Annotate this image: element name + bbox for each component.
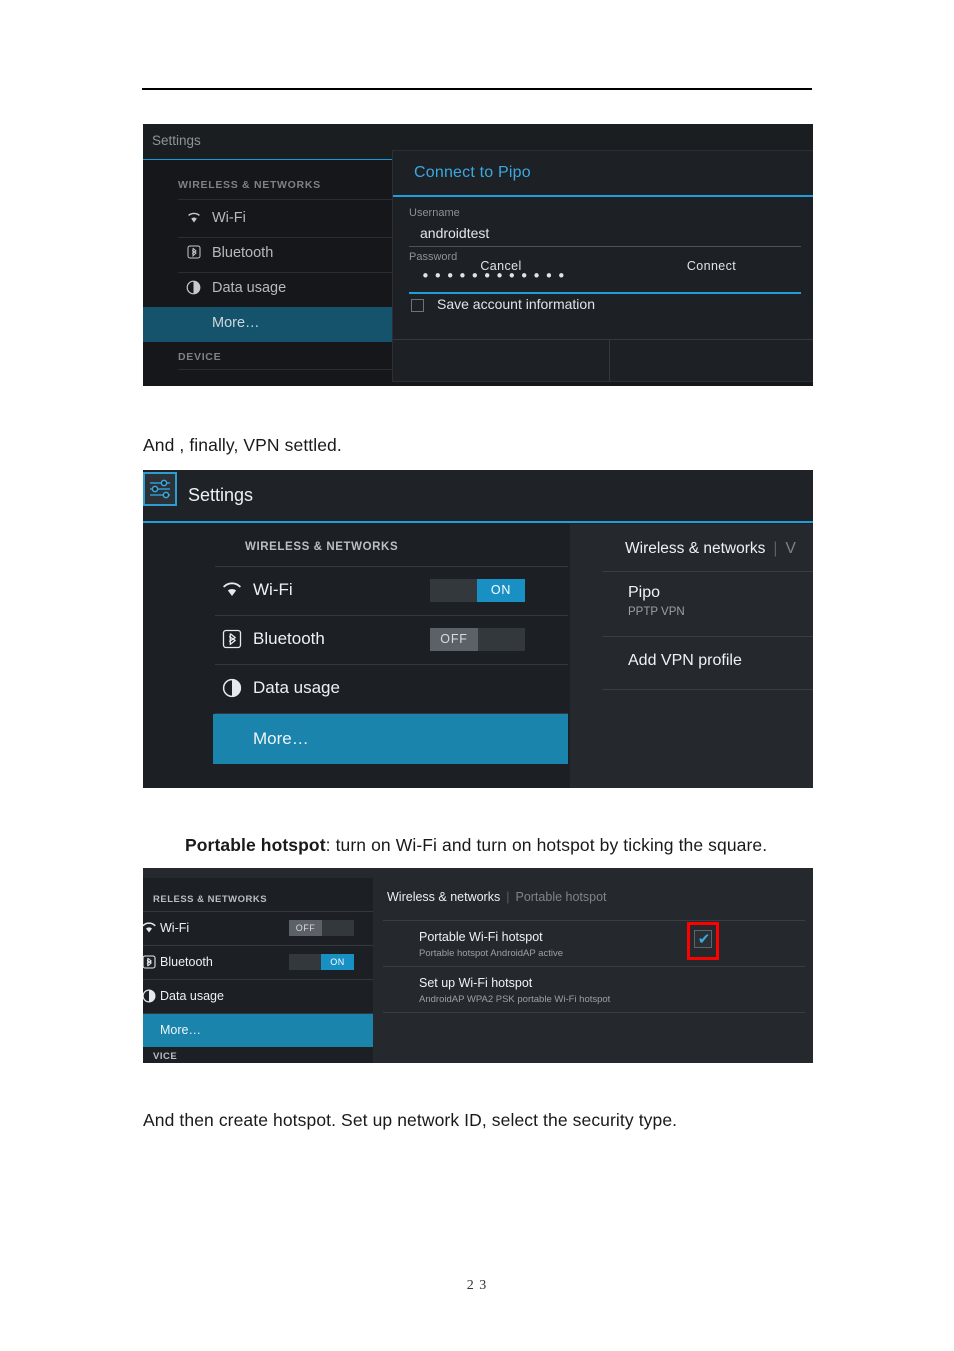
bluetooth-toggle[interactable]: ON — [289, 954, 354, 970]
hotspot-detail-pane: Wireless & networks | Portable hotspot Por… — [375, 868, 813, 1063]
setup-wifi-hotspot-title: Set up Wi-Fi hotspot — [419, 976, 533, 990]
wifi-toggle[interactable]: OFF — [289, 920, 354, 936]
list-divider — [602, 689, 813, 690]
section-header-wireless: RELESS & NETWORKS — [153, 894, 268, 905]
wifi-toggle-state: ON — [477, 579, 525, 602]
settings-row-label: Wi-Fi — [212, 210, 246, 226]
bluetooth-toggle[interactable]: OFF — [430, 628, 525, 651]
document-page: Settings WIRELESS & NETWORKS Wi-Fi Bluet… — [0, 0, 954, 1351]
bluetooth-toggle-state: ON — [321, 954, 354, 970]
settings-row-label: Wi-Fi — [253, 580, 293, 599]
portable-wifi-hotspot-subtitle: Portable hotspot AndroidAP active — [419, 948, 564, 959]
pane-top-strip — [143, 868, 373, 878]
header-divider — [142, 88, 812, 90]
wifi-toggle[interactable]: ON — [430, 579, 525, 602]
cancel-button[interactable]: Cancel — [393, 151, 609, 381]
checkmark-icon: ✔ — [697, 930, 711, 948]
paragraph-vpn-settled: And , finally, VPN settled. — [143, 434, 342, 455]
page-number: 2 3 — [466, 1278, 488, 1293]
settings-row-label: Bluetooth — [160, 955, 213, 969]
section-header-device: VICE — [153, 1051, 178, 1062]
settings-row-label: Data usage — [253, 678, 340, 697]
bluetooth-icon — [221, 629, 243, 651]
settings-row-label: Bluetooth — [253, 629, 325, 648]
settings-row-label: Data usage — [212, 280, 287, 296]
settings-row-data-usage[interactable]: Data usage — [143, 665, 568, 713]
action-bar-title: Settings — [152, 133, 201, 148]
settings-row-label: More… — [160, 1023, 201, 1037]
paragraph-rest: : turn on Wi-Fi and turn on hotspot by t… — [325, 834, 768, 855]
section-header-wireless: WIRELESS & NETWORKS — [178, 179, 321, 191]
wifi-icon — [221, 580, 243, 602]
connect-button[interactable]: Connect — [610, 151, 813, 381]
bluetooth-toggle-state: OFF — [430, 628, 478, 651]
wifi-icon — [185, 210, 202, 227]
paragraph-create-hotspot: And then create hotspot. Set up network … — [143, 1109, 678, 1130]
section-header-wireless: WIRELESS & NETWORKS — [245, 541, 399, 553]
setup-wifi-hotspot-subtitle: AndroidAP WPA2 PSK portable Wi-Fi hotspo… — [419, 994, 611, 1005]
breadcrumb-separator: | — [773, 540, 778, 557]
settings-row-label: Data usage — [160, 989, 224, 1003]
screenshot-connect-to-pipo-dialog: Settings WIRELESS & NETWORKS Wi-Fi Bluet… — [143, 124, 813, 386]
data-usage-icon — [221, 678, 243, 700]
settings-sliders-icon[interactable] — [143, 472, 177, 506]
vpn-detail-pane: Wireless & networks | V Pipo PPTP VPN Add … — [570, 524, 813, 788]
bluetooth-icon — [143, 955, 157, 971]
settings-row-label: More… — [253, 729, 309, 748]
settings-left-pane: RELESS & NETWORKS Wi-Fi OFF Bluetooth ON — [143, 878, 373, 1063]
breadcrumb: Wireless & networks | V — [625, 540, 796, 558]
section-header-device: DEVICE — [178, 351, 222, 363]
screenshot-settings-vpn-list: Settings WIRELESS & NETWORKS Wi-Fi ON Bl… — [143, 470, 813, 788]
list-divider — [383, 1012, 805, 1013]
vpn-profile-subtitle: PPTP VPN — [628, 606, 685, 618]
action-bar-title: Settings — [188, 485, 254, 505]
paragraph-bold-lead: Portable hotspot — [185, 834, 326, 855]
breadcrumb-current: V — [785, 540, 796, 557]
breadcrumb-separator: | — [506, 890, 510, 904]
vpn-profile-title: Pipo — [628, 584, 661, 601]
settings-row-data-usage[interactable]: Data usage — [143, 980, 373, 1013]
connect-to-pipo-dialog: Connect to Pipo Username androidtest Pas… — [393, 151, 813, 381]
breadcrumb-current: Portable hotspot — [515, 890, 607, 904]
setup-wifi-hotspot-item[interactable]: Set up Wi-Fi hotspot AndroidAP WPA2 PSK … — [375, 967, 813, 1012]
add-vpn-profile-item[interactable]: Add VPN profile — [570, 637, 813, 689]
breadcrumb-parent[interactable]: Wireless & networks — [387, 890, 500, 904]
settings-row-more[interactable]: More… — [143, 1014, 373, 1047]
add-vpn-profile-label: Add VPN profile — [628, 652, 742, 669]
settings-row-label: Bluetooth — [212, 245, 274, 261]
paragraph-portable-hotspot: Portable hotspot: turn on Wi-Fi and turn… — [143, 832, 813, 858]
bluetooth-icon — [185, 245, 202, 262]
breadcrumb: Wireless & networks | Portable hotspot — [387, 890, 607, 904]
vpn-profile-pipo[interactable]: Pipo PPTP VPN — [570, 572, 813, 636]
portable-hotspot-checkbox[interactable]: ✔ — [694, 930, 712, 948]
screenshot-portable-hotspot: RELESS & NETWORKS Wi-Fi OFF Bluetooth ON — [143, 868, 813, 1063]
settings-row-label: More… — [212, 315, 260, 331]
data-usage-icon — [143, 989, 157, 1005]
settings-left-pane: WIRELESS & NETWORKS Wi-Fi ON Bluetooth O… — [143, 524, 568, 788]
breadcrumb-parent[interactable]: Wireless & networks — [625, 540, 765, 557]
portable-wifi-hotspot-title: Portable Wi-Fi hotspot — [419, 930, 543, 944]
portable-wifi-hotspot-item[interactable]: Portable Wi-Fi hotspot Portable hotspot … — [375, 921, 813, 966]
settings-row-label: Wi-Fi — [160, 921, 190, 935]
data-usage-icon — [185, 280, 202, 297]
wifi-toggle-state: OFF — [289, 920, 322, 936]
settings-row-more[interactable]: More… — [213, 714, 568, 764]
wifi-icon — [143, 921, 157, 937]
